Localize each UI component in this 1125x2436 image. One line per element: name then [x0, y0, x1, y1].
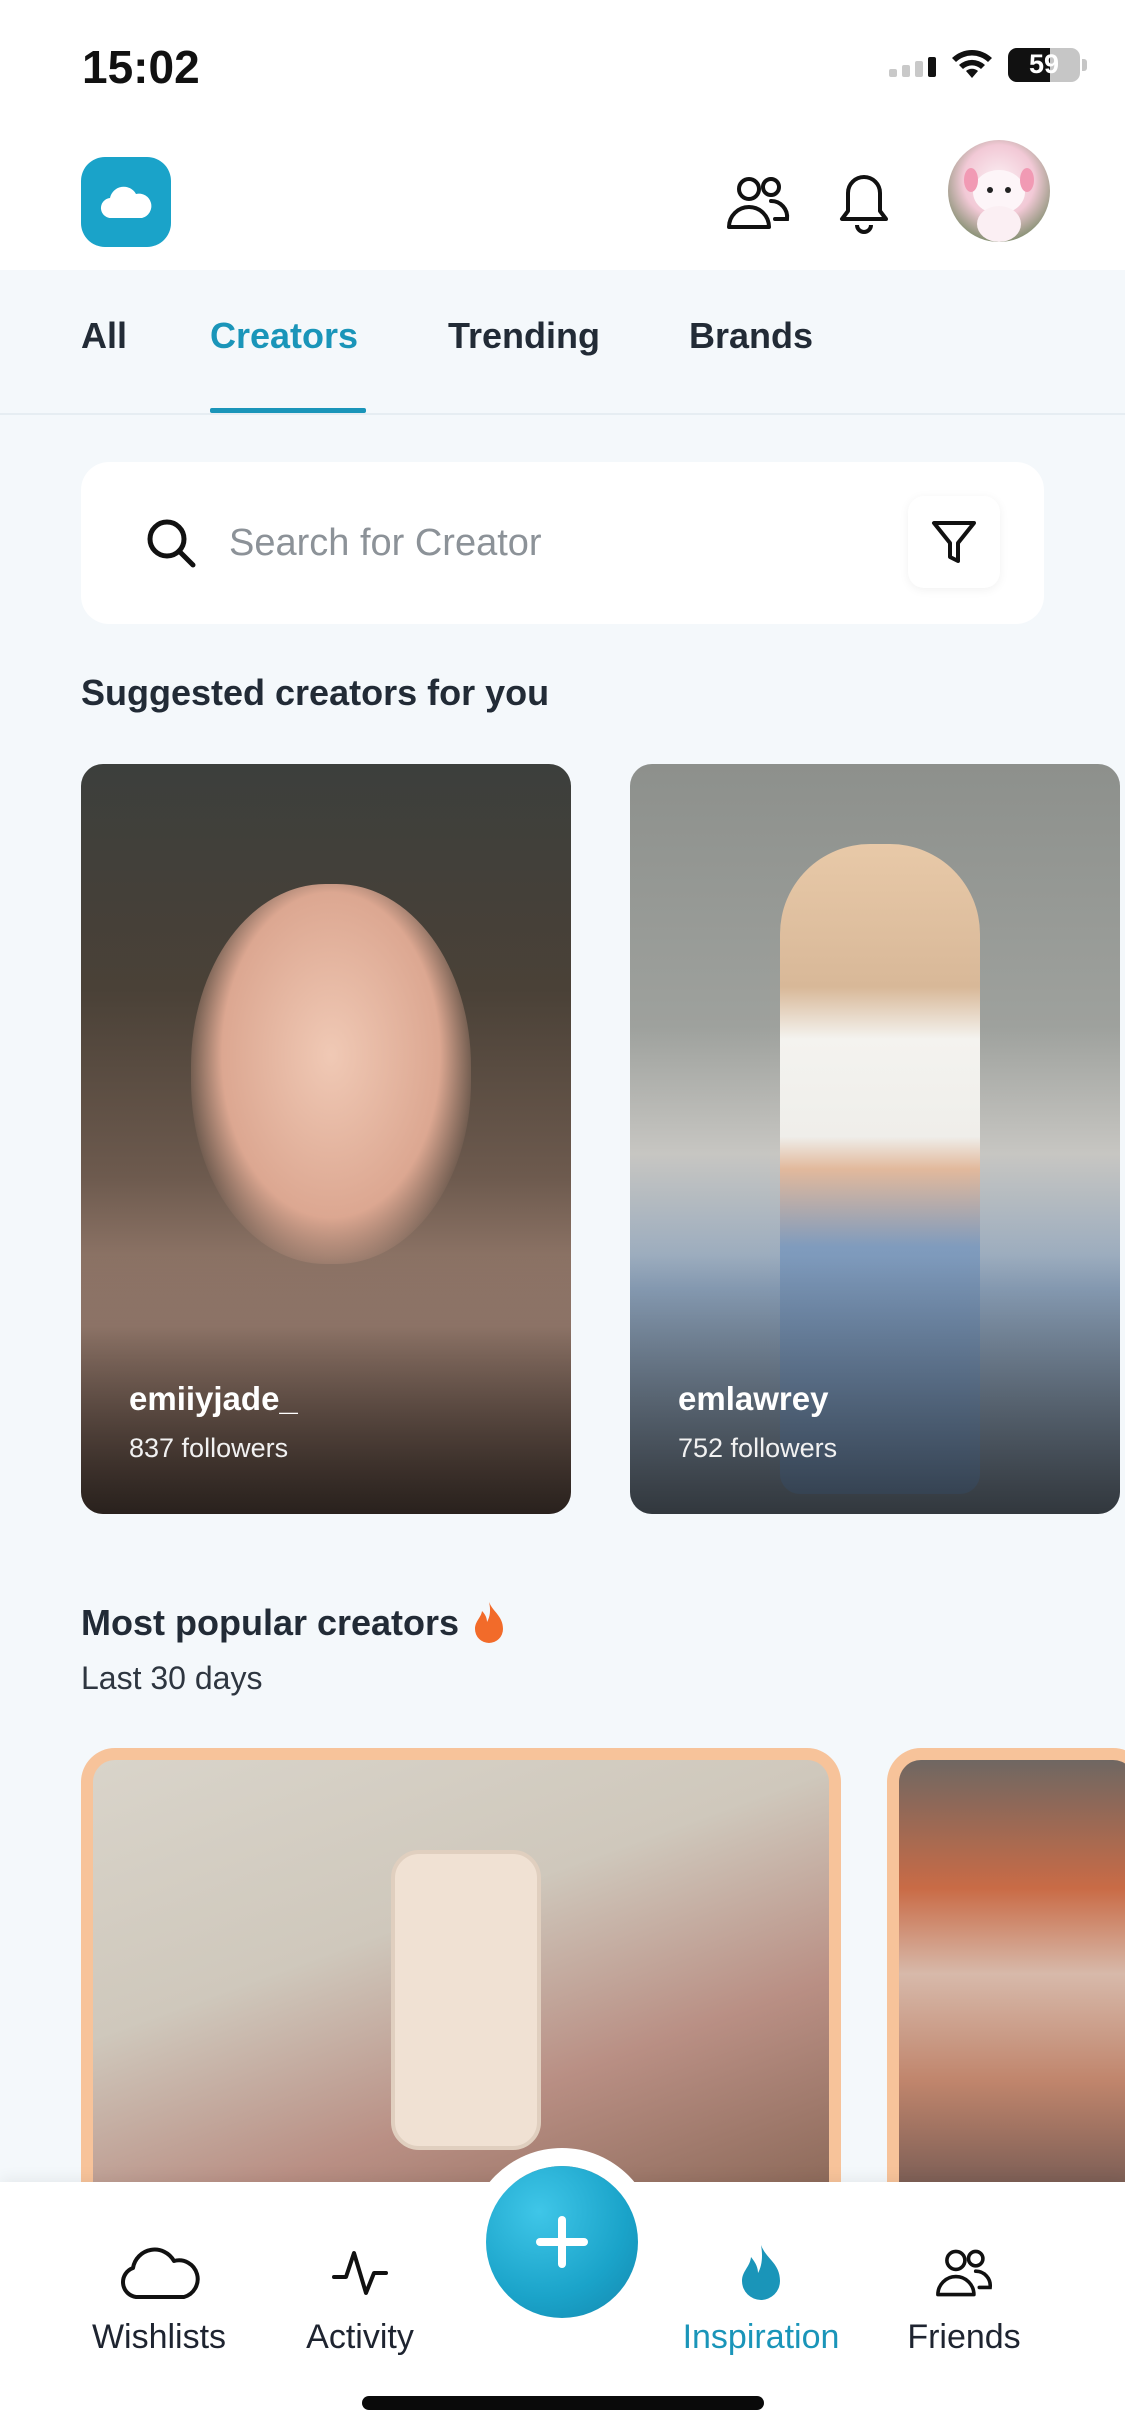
cloud-icon	[121, 2247, 200, 2299]
popular-title-row: Most popular creators	[81, 1600, 509, 1646]
popular-subtitle: Last 30 days	[81, 1660, 263, 1696]
people-icon	[936, 2249, 992, 2297]
status-bar: 15:02 59	[0, 0, 1125, 135]
filter-icon	[932, 521, 976, 563]
signal-icon	[889, 53, 936, 77]
creator-card[interactable]: emlawrey 752 followers	[630, 764, 1120, 1514]
tab-brands[interactable]: Brands	[689, 315, 813, 357]
popular-creator-card[interactable]	[887, 1748, 1125, 2188]
status-time: 15:02	[82, 41, 200, 93]
people-icon	[727, 177, 790, 229]
cloud-icon	[100, 186, 152, 219]
battery-level: 59	[1028, 49, 1060, 79]
friends-button[interactable]	[722, 167, 794, 239]
nav-label: Friends	[907, 2318, 1021, 2356]
creator-name: emiiyjade_	[129, 1380, 298, 1417]
creator-followers: 752 followers	[678, 1433, 838, 1463]
nav-label: Inspiration	[682, 2318, 840, 2356]
search-bar	[81, 462, 1044, 624]
nav-label: Activity	[306, 2318, 414, 2356]
app-logo[interactable]	[81, 157, 171, 247]
creator-photo	[191, 884, 471, 1264]
creator-photo	[391, 1850, 541, 2150]
battery-tip	[1082, 59, 1087, 71]
suggested-title: Suggested creators for you	[81, 672, 550, 713]
nav-inspiration[interactable]: Inspiration	[671, 2238, 851, 2357]
nav-wishlists[interactable]: Wishlists	[69, 2238, 249, 2357]
add-button[interactable]	[486, 2166, 638, 2318]
active-tab-indicator	[210, 408, 366, 413]
tab-trending[interactable]: Trending	[448, 315, 600, 357]
creator-name: emlawrey	[678, 1380, 829, 1417]
tab-all[interactable]: All	[81, 315, 127, 357]
activity-icon	[332, 2251, 388, 2295]
flame-icon	[742, 2245, 780, 2300]
notifications-button[interactable]	[828, 167, 900, 239]
plus-icon	[536, 2216, 588, 2268]
avatar-image	[964, 168, 1034, 242]
nav-activity[interactable]: Activity	[270, 2238, 450, 2357]
creator-followers: 837 followers	[129, 1433, 289, 1463]
profile-avatar[interactable]	[948, 140, 1050, 242]
wifi-icon	[952, 50, 992, 78]
search-icon	[147, 519, 196, 568]
home-indicator	[362, 2396, 764, 2410]
popular-title: Most popular creators	[81, 1602, 460, 1643]
status-icons: 59	[889, 48, 1087, 82]
popular-creator-card[interactable]	[81, 1748, 841, 2188]
flame-icon	[475, 1602, 504, 1643]
nav-friends[interactable]: Friends	[874, 2238, 1054, 2357]
search-input[interactable]	[229, 507, 869, 579]
creator-card[interactable]: emiiyjade_ 837 followers	[81, 764, 571, 1514]
bell-icon	[840, 175, 888, 234]
nav-label: Wishlists	[91, 2318, 227, 2356]
category-tabs: All Creators Trending Brands	[0, 270, 1125, 415]
battery-icon: 59	[1008, 48, 1080, 82]
tab-creators[interactable]: Creators	[210, 315, 358, 357]
app-header	[0, 135, 1125, 270]
filter-button[interactable]	[908, 496, 1000, 588]
